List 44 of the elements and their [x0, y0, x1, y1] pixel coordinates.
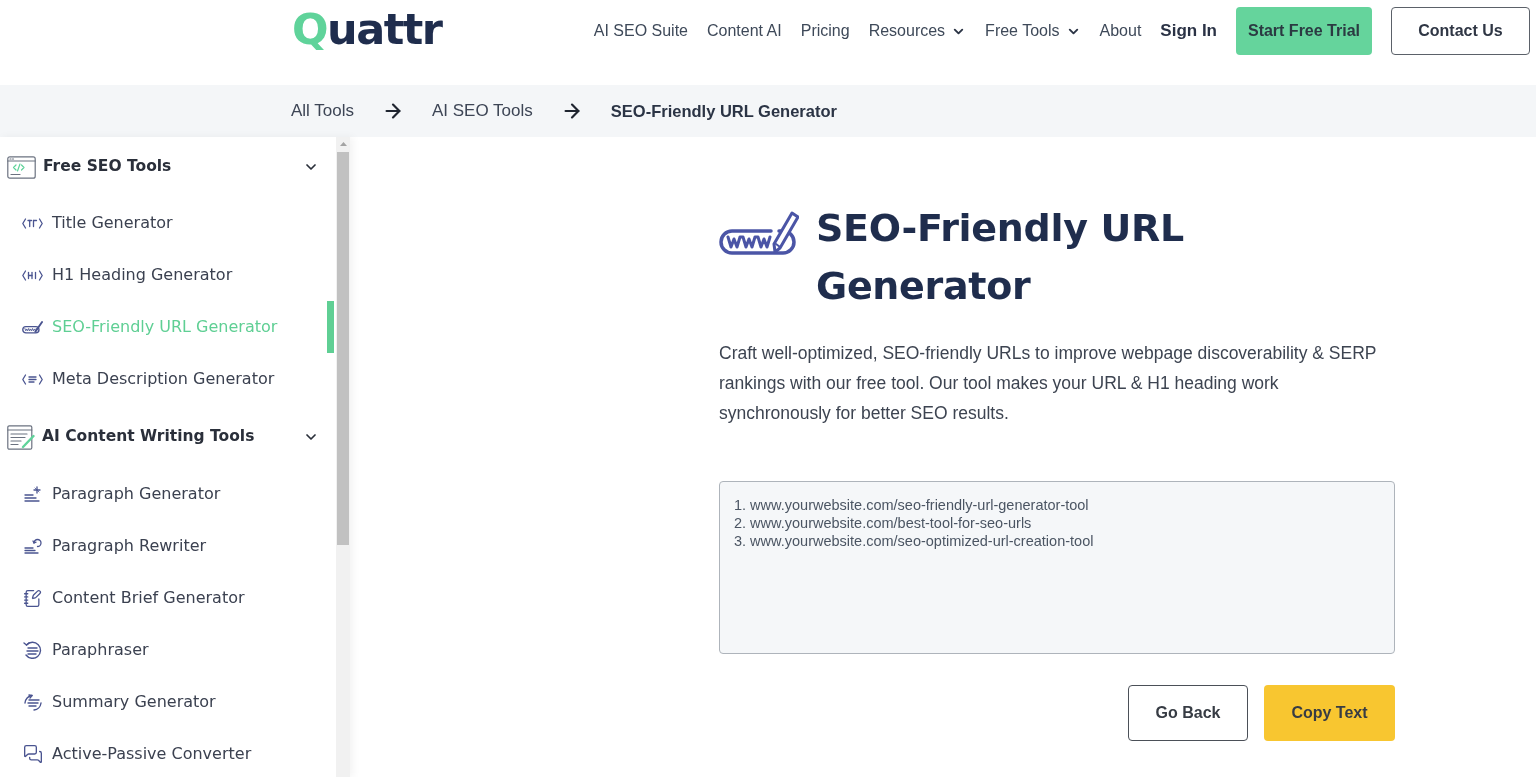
- sign-in-link[interactable]: Sign In: [1160, 18, 1217, 44]
- logo[interactable]: Quattr: [292, 7, 442, 51]
- page-title: SEO-Friendly URL Generator: [816, 205, 1185, 310]
- start-trial-button[interactable]: Start Free Trial: [1236, 7, 1372, 55]
- code-brackets-icon: [22, 217, 43, 229]
- sidebar-group-header[interactable]: Free SEO Tools: [0, 145, 334, 189]
- notepad-pen-icon: [23, 588, 42, 608]
- sidebar-item[interactable]: Meta Description Generator: [0, 353, 334, 405]
- scrollbar-thumb[interactable]: [337, 152, 349, 545]
- sidebar-item[interactable]: H1 Heading Generator: [0, 249, 334, 301]
- url-pen-icon: [22, 320, 43, 334]
- browser-code-icon: [7, 155, 36, 179]
- nav-link[interactable]: AI SEO Suite: [593, 19, 688, 43]
- code-brackets-icon: [22, 373, 43, 385]
- output-field[interactable]: 1. www.yourwebsite.com/seo-friendly-url-generator-tool 2. www.yourwebsite.com/best-tool-for-seo-urls 3. www.yourwebsite.com/seo-optimized-url-creation-tool: [719, 481, 1395, 654]
- breadcrumb-link[interactable]: AI SEO Tools: [432, 98, 533, 124]
- sidebar-item[interactable]: Title Generator: [0, 197, 334, 249]
- document-pen-icon: [7, 424, 35, 450]
- sidebar-item[interactable]: Paragraph Generator: [0, 468, 334, 520]
- contact-button[interactable]: Contact Us: [1391, 7, 1530, 55]
- back-button[interactable]: Go Back: [1128, 685, 1248, 741]
- speech-bubbles-icon: [22, 744, 43, 764]
- sidebar-item[interactable]: Summary Generator: [0, 676, 334, 728]
- sidebar-item[interactable]: Content Brief Generator: [0, 572, 334, 624]
- nav-link[interactable]: Content AI: [707, 19, 782, 43]
- sidebar-item[interactable]: Paragraph Rewriter: [0, 520, 334, 572]
- scroll-up-arrow-icon[interactable]: [339, 142, 347, 146]
- nav-link[interactable]: Free Tools: [985, 19, 1081, 43]
- sidebar-item[interactable]: Active-Passive Converter: [0, 728, 334, 777]
- lines-refresh-icon: [23, 538, 42, 554]
- page-description: Craft well-optimized, SEO-friendly URLs to improve webpage discoverability & SERP rankings with our free tool. Our tool makes your URL & H1 heading work synchronously for better SEO results.: [719, 342, 1378, 425]
- nav-link[interactable]: Pricing: [800, 19, 850, 43]
- breadcrumb-current[interactable]: SEO-Friendly URL Generator: [610, 98, 837, 124]
- arcs-lines-icon: [22, 693, 43, 711]
- copy-button[interactable]: Copy Text: [1264, 685, 1395, 741]
- sidebar-group-header[interactable]: AI Content Writing Tools: [0, 415, 334, 459]
- lines-sparkle-icon: [23, 486, 42, 502]
- breadcrumb-link[interactable]: All Tools: [291, 98, 354, 124]
- scrollbar-track[interactable]: [336, 137, 350, 777]
- sidebar-item[interactable]: Paraphraser: [0, 624, 334, 676]
- nav-link[interactable]: Resources: [868, 19, 967, 43]
- code-brackets-icon: [22, 269, 43, 281]
- nav-link[interactable]: About: [1099, 19, 1142, 43]
- circular-arrow-lines-icon: [23, 641, 42, 659]
